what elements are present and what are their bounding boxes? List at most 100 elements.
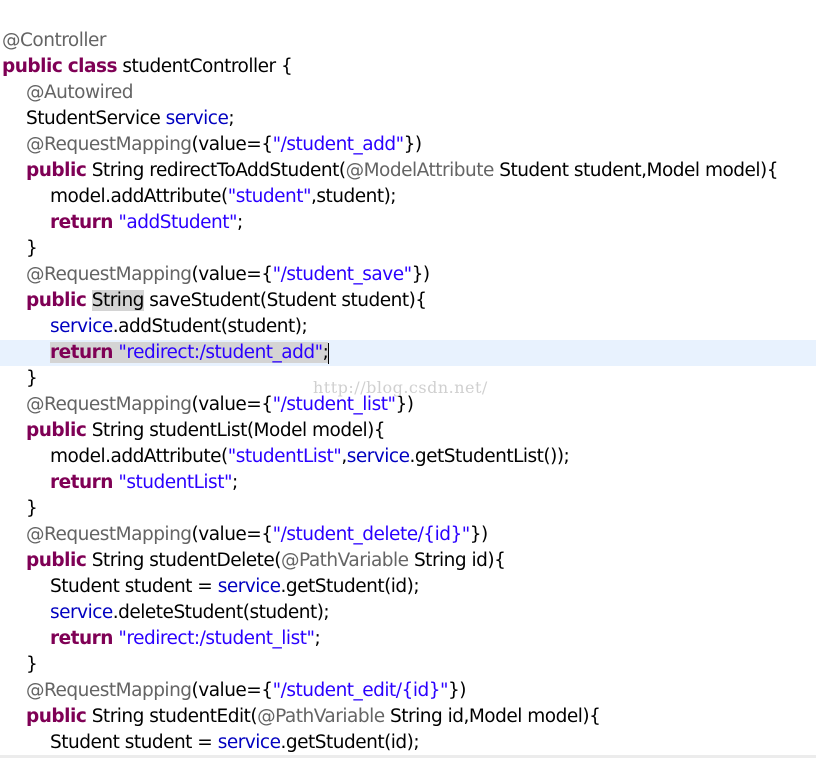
code-token: service: [217, 576, 281, 597]
code-line[interactable]: return "studentList";: [0, 470, 816, 496]
code-line[interactable]: @RequestMapping(value={"/student_edit/{i…: [0, 678, 816, 704]
code-token: }): [447, 680, 467, 701]
code-line-text: }: [26, 366, 38, 392]
code-token: public: [26, 290, 87, 311]
code-line[interactable]: @Autowired: [0, 80, 816, 106]
code-token: }): [469, 524, 489, 545]
code-line[interactable]: @Controller: [0, 28, 816, 54]
code-token: String id,Model model){: [384, 706, 601, 727]
code-token: String id){: [408, 550, 506, 571]
code-line-text: public String studentEdit(@PathVariable …: [26, 704, 601, 730]
code-line[interactable]: Student student = service.getStudent(id)…: [0, 730, 816, 756]
code-line[interactable]: public class studentController {: [0, 54, 816, 80]
code-token: return: [50, 342, 113, 363]
code-token: }): [395, 394, 414, 415]
code-token: String: [91, 290, 144, 311]
code-line[interactable]: model.addAttribute("student",student);: [0, 184, 816, 210]
code-line[interactable]: return "redirect:/student_list";: [0, 626, 816, 652]
code-line-text: @RequestMapping(value={"/student_delete/…: [26, 522, 488, 548]
code-line[interactable]: StudentService service;: [0, 106, 816, 132]
code-line[interactable]: public String studentDelete(@PathVariabl…: [0, 548, 816, 574]
code-token: class: [67, 56, 118, 77]
code-line[interactable]: public String studentList(Model model){: [0, 418, 816, 444]
code-token: saveStudent(Student student){: [143, 290, 427, 311]
code-token: (value={: [191, 394, 274, 415]
code-line-text: public class studentController {: [2, 54, 293, 80]
code-line[interactable]: public String studentEdit(@PathVariable …: [0, 704, 816, 730]
code-token: @RequestMapping: [26, 524, 192, 545]
code-token: @RequestMapping: [26, 394, 192, 415]
code-line-text: service.deleteStudent(student);: [50, 600, 330, 626]
code-token: ,student);: [310, 186, 397, 207]
code-line-text: }: [26, 236, 38, 262]
code-line-text: @Controller: [2, 28, 107, 54]
code-token: @Autowired: [26, 82, 134, 103]
code-editor[interactable]: @Controller public class studentControlle…: [0, 0, 816, 758]
code-token: .getStudentList());: [409, 446, 570, 467]
code-token: "/student_delete/{id}": [272, 524, 471, 545]
code-token: "/student_edit/{id}": [272, 680, 449, 701]
code-token: "/student_save": [272, 264, 413, 285]
code-line[interactable]: return "addStudent";: [0, 210, 816, 236]
code-line[interactable]: service.deleteStudent(student);: [0, 600, 816, 626]
code-line[interactable]: }: [0, 236, 816, 262]
code-token: @ModelAttribute: [345, 160, 495, 181]
code-token: }: [26, 498, 38, 519]
code-line[interactable]: @RequestMapping(value={"/student_delete/…: [0, 522, 816, 548]
code-line[interactable]: model.addAttribute("studentList",service…: [0, 444, 816, 470]
code-token: ;: [228, 108, 235, 129]
code-token: @Controller: [2, 30, 107, 51]
code-token: String redirectToAddStudent(: [86, 160, 346, 181]
code-token: return: [50, 472, 113, 493]
code-line[interactable]: }: [0, 496, 816, 522]
code-token: StudentService: [26, 108, 166, 129]
code-token: service: [165, 108, 229, 129]
code-token: ;: [237, 212, 243, 233]
code-line-text: StudentService service;: [26, 106, 235, 132]
code-line-text: }: [26, 496, 38, 522]
code-token: public: [2, 56, 63, 77]
code-line-text: return "redirect:/student_add";: [50, 340, 330, 366]
code-line-text: @RequestMapping(value={"/student_add"}): [26, 132, 422, 158]
code-line[interactable]: Student student = service.getStudent(id)…: [0, 574, 816, 600]
code-token: @RequestMapping: [26, 680, 192, 701]
code-line[interactable]: @RequestMapping(value={"/student_save"}): [0, 262, 816, 288]
code-token: (value={: [191, 264, 274, 285]
code-line-text: }: [26, 652, 38, 678]
code-line-text: public String studentList(Model model){: [26, 418, 386, 444]
code-token: "/student_add": [272, 134, 405, 155]
code-line-text: return "redirect:/student_list";: [50, 626, 321, 652]
code-token: .getStudent(id);: [280, 732, 420, 753]
code-token: }): [411, 264, 431, 285]
code-token: @RequestMapping: [26, 264, 192, 285]
code-line-text: model.addAttribute("studentList",service…: [50, 444, 570, 470]
code-token: @PathVariable: [281, 550, 409, 571]
code-token: public: [26, 420, 87, 441]
code-line[interactable]: service.addStudent(student);: [0, 314, 816, 340]
code-token: (value={: [191, 680, 274, 701]
code-token: "studentList": [118, 472, 232, 493]
code-token: return: [50, 628, 113, 649]
code-token: Student student =: [50, 732, 218, 753]
code-line-text: Student student = service.getStudent(id)…: [50, 730, 420, 756]
code-token: "student": [227, 186, 312, 207]
code-token: "redirect:/student_list": [118, 628, 315, 649]
code-token: service: [50, 602, 113, 623]
code-token: studentController {: [117, 56, 293, 77]
code-line-text: return "studentList";: [50, 470, 238, 496]
code-line-current[interactable]: return "redirect:/student_add";: [0, 340, 816, 366]
code-line[interactable]: public String saveStudent(Student studen…: [0, 288, 816, 314]
code-line-text: @RequestMapping(value={"/student_save"}): [26, 262, 430, 288]
code-token: @RequestMapping: [26, 134, 192, 155]
code-token: "studentList": [227, 446, 342, 467]
code-token: ;: [231, 472, 238, 493]
code-token: ;: [314, 628, 321, 649]
code-line[interactable]: }: [0, 652, 816, 678]
text-cursor: [328, 342, 330, 364]
code-token: }: [26, 654, 38, 675]
code-line-text: public String saveStudent(Student studen…: [26, 288, 427, 314]
code-line[interactable]: @RequestMapping(value={"/student_add"}): [0, 132, 816, 158]
code-token: (value={: [191, 134, 274, 155]
code-line[interactable]: public String redirectToAddStudent(@Mode…: [0, 158, 816, 184]
